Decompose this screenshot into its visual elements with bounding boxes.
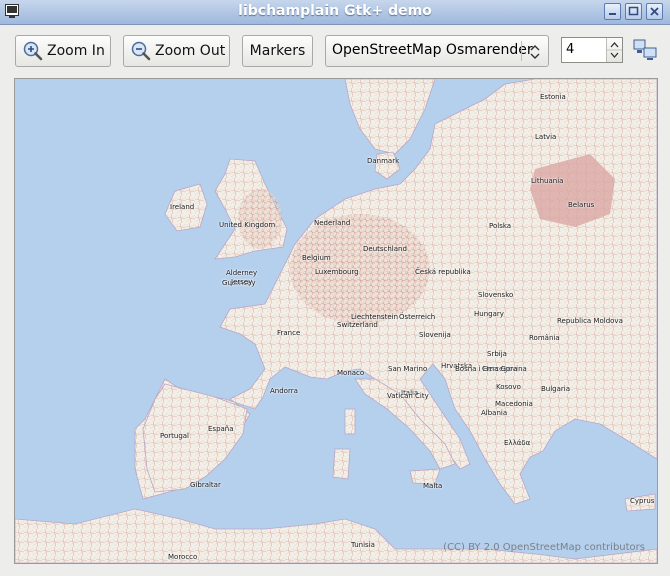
place-label: Deutschland xyxy=(363,245,407,253)
zoom-level-spinner[interactable]: 4 xyxy=(561,37,623,63)
close-icon xyxy=(650,7,659,16)
place-label: Crna Gora xyxy=(482,365,518,373)
place-label: San Marino xyxy=(388,365,428,373)
place-label: Andorra xyxy=(270,387,298,395)
place-label: Vatican City xyxy=(387,392,429,400)
window-title: libchamplain Gtk+ demo xyxy=(238,3,432,19)
place-label: Albania xyxy=(481,409,508,417)
maximize-button[interactable] xyxy=(625,3,642,20)
zoom-out-button[interactable]: Zoom Out xyxy=(123,35,230,67)
place-label: Nederland xyxy=(314,219,351,227)
place-label: Česká republika xyxy=(415,268,471,276)
place-label: Polska xyxy=(489,222,512,230)
place-label: Morocco xyxy=(168,553,198,561)
place-label: Switzerland xyxy=(337,321,378,329)
place-label: Danmark xyxy=(367,157,400,165)
close-button[interactable] xyxy=(646,3,663,20)
place-label: Slovenija xyxy=(419,331,451,339)
markers-button[interactable]: Markers xyxy=(242,35,313,67)
place-label: United Kingdom xyxy=(219,221,276,229)
place-label: Republica Moldova xyxy=(557,317,623,325)
minimize-icon xyxy=(609,13,616,15)
place-label: Belarus xyxy=(568,201,595,209)
place-label: Luxembourg xyxy=(315,268,359,276)
place-label: Hungary xyxy=(474,310,504,318)
chevron-updown-icon xyxy=(530,45,540,59)
minimize-button[interactable] xyxy=(604,3,621,20)
place-label: France xyxy=(277,329,301,337)
zoom-in-label: Zoom In xyxy=(47,43,105,59)
title-bar: libchamplain Gtk+ demo xyxy=(0,0,670,25)
place-label: Bulgaria xyxy=(541,385,571,393)
place-label: Portugal xyxy=(160,432,189,440)
network-status-icon xyxy=(633,39,657,60)
place-label: Estonia xyxy=(540,93,566,101)
place-label: Liechtenstein xyxy=(351,313,399,321)
place-label: Cyprus xyxy=(630,497,655,505)
map-source-select[interactable]: OpenStreetMap Osmarender xyxy=(325,35,549,67)
place-label: Ελλάδα xyxy=(504,439,531,447)
place-label: Kosovo xyxy=(496,383,521,391)
place-label: Lithuania xyxy=(531,177,564,185)
spinner-buttons[interactable] xyxy=(606,38,622,62)
place-label: Alderney xyxy=(226,269,258,277)
place-label: Belgium xyxy=(302,254,331,262)
place-label: Malta xyxy=(423,482,443,490)
maximize-icon xyxy=(628,6,639,16)
combo-separator xyxy=(521,41,522,61)
place-label: Tunisia xyxy=(351,541,375,549)
place-label: Monaco xyxy=(337,369,365,377)
zoom-out-label: Zoom Out xyxy=(155,43,226,59)
zoom-level-value[interactable]: 4 xyxy=(566,42,574,57)
place-label: Srbija xyxy=(487,350,507,358)
place-label: Slovensko xyxy=(478,291,514,299)
place-label: Ireland xyxy=(170,203,195,211)
place-label: Gibraltar xyxy=(190,481,221,489)
place-label: España xyxy=(208,425,234,433)
zoom-out-icon xyxy=(131,41,151,61)
zoom-in-icon xyxy=(23,41,43,61)
place-label: Jersey xyxy=(231,278,253,286)
map-source-value: OpenStreetMap Osmarender xyxy=(332,42,533,58)
zoom-in-button[interactable]: Zoom In xyxy=(15,35,111,67)
place-label: Latvia xyxy=(535,133,557,141)
place-label: România xyxy=(529,334,560,342)
spin-arrows-icon xyxy=(607,42,622,58)
markers-label: Markers xyxy=(249,43,306,59)
place-label: Macedonia xyxy=(495,400,533,408)
map-view[interactable]: Estonia Latvia Lithuania Danmark Belarus… xyxy=(14,78,658,564)
map-attribution: (CC) BY 2.0 OpenStreetMap contributors xyxy=(443,542,645,553)
place-label: Österreich xyxy=(399,313,436,321)
